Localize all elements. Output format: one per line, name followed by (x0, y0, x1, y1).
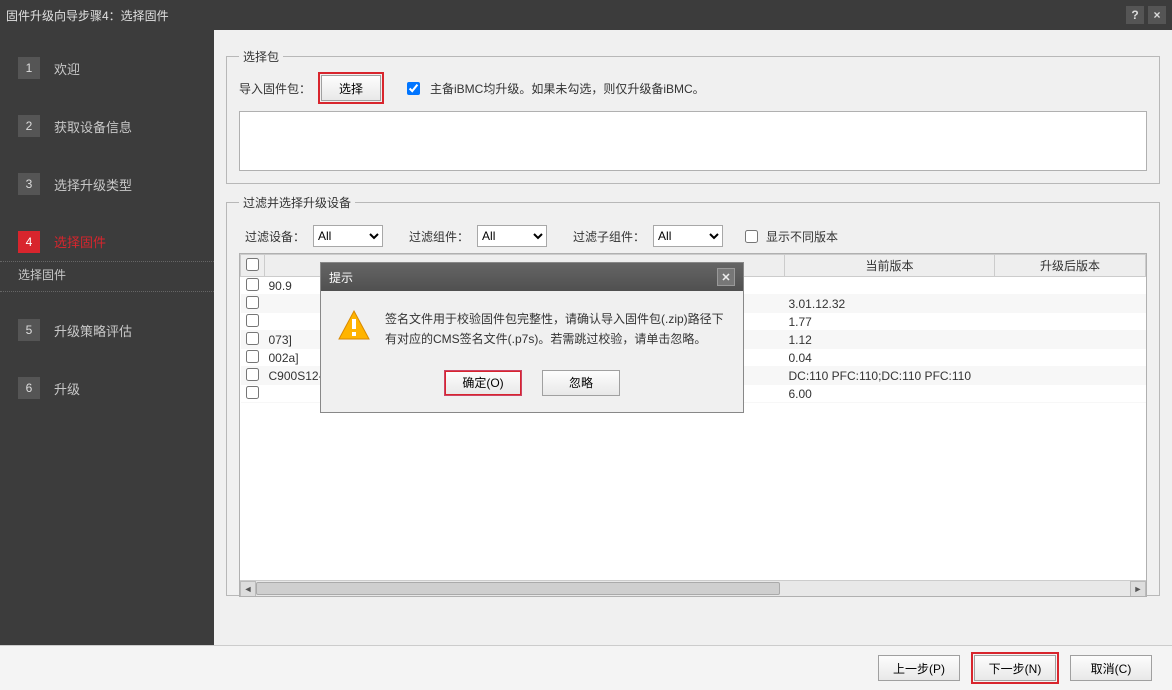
help-button[interactable]: ? (1126, 6, 1144, 24)
step-number: 4 (18, 231, 40, 253)
scroll-right-icon[interactable]: ► (1130, 581, 1146, 597)
cell-current-version: 6.00 (785, 385, 995, 403)
step-number: 3 (18, 173, 40, 195)
cancel-button[interactable]: 取消(C) (1070, 655, 1152, 681)
dialog-message: 签名文件用于校验固件包完整性，请确认导入固件包(.zip)路径下有对应的CMS签… (385, 309, 727, 350)
row-checkbox[interactable] (246, 278, 259, 291)
select-all-header[interactable] (241, 255, 265, 277)
wizard-footer: 上一步(P) 下一步(N) 取消(C) (0, 645, 1172, 690)
cell-after-version (995, 313, 1146, 331)
dialog-title: 提示 (329, 269, 717, 286)
step-upgrade[interactable]: 6 升级 (0, 368, 214, 408)
show-diff-versions-label: 显示不同版本 (766, 228, 838, 245)
select-package-legend: 选择包 (239, 48, 283, 65)
wizard-sidebar: 1 欢迎 2 获取设备信息 3 选择升级类型 4 选择固件 选择固件 5 升级策… (0, 30, 214, 645)
cell-current-version: DC:110 PFC:110;DC:110 PFC:110 (785, 367, 995, 385)
col-current-version: 当前版本 (785, 255, 995, 277)
cell-after-version (995, 295, 1146, 313)
prev-button[interactable]: 上一步(P) (878, 655, 960, 681)
step-number: 5 (18, 319, 40, 341)
filter-subcomponent-select[interactable]: All (653, 225, 723, 247)
step-label: 升级 (54, 379, 80, 398)
filter-component-select[interactable]: All (477, 225, 547, 247)
step-label: 升级策略评估 (54, 321, 132, 340)
cell-after-version (995, 331, 1146, 349)
dialog-ok-button[interactable]: 确定(O) (444, 370, 522, 396)
step-label: 欢迎 (54, 59, 80, 78)
step-welcome[interactable]: 1 欢迎 (0, 48, 214, 88)
step-select-firmware[interactable]: 4 选择固件 (0, 222, 214, 262)
row-checkbox[interactable] (246, 350, 259, 363)
step-number: 1 (18, 57, 40, 79)
file-path-box (239, 111, 1147, 171)
titlebar: 固件升级向导步骤4：选择固件 ? × (0, 0, 1172, 30)
dialog-ignore-button[interactable]: 忽略 (542, 370, 620, 396)
row-checkbox[interactable] (246, 314, 259, 327)
upgrade-both-ibmc-checkbox[interactable] (407, 82, 420, 95)
row-checkbox[interactable] (246, 332, 259, 345)
step-get-device-info[interactable]: 2 获取设备信息 (0, 106, 214, 146)
step-select-upgrade-type[interactable]: 3 选择升级类型 (0, 164, 214, 204)
step-label: 选择固件 (54, 232, 106, 251)
filter-subcomponent-label: 过滤子组件： (573, 228, 645, 245)
filter-component-label: 过滤组件： (409, 228, 469, 245)
choose-file-button[interactable]: 选择 (321, 75, 381, 101)
scroll-thumb[interactable] (256, 582, 780, 595)
horizontal-scrollbar[interactable]: ◄ ► (240, 580, 1146, 596)
filter-device-label: 过滤设备： (245, 228, 305, 245)
step-label: 选择升级类型 (54, 175, 132, 194)
show-diff-versions-checkbox[interactable] (745, 230, 758, 243)
cell-after-version (995, 385, 1146, 403)
upgrade-both-ibmc-label: 主备iBMC均升级。如果未勾选，则仅升级备iBMC。 (430, 80, 705, 97)
cell-current-version: 1.77 (785, 313, 995, 331)
row-checkbox[interactable] (246, 296, 259, 309)
step-number: 6 (18, 377, 40, 399)
step-upgrade-policy[interactable]: 5 升级策略评估 (0, 310, 214, 350)
step-number: 2 (18, 115, 40, 137)
window-title: 固件升级向导步骤4：选择固件 (6, 7, 1122, 24)
next-button[interactable]: 下一步(N) (974, 655, 1056, 681)
row-checkbox[interactable] (246, 368, 259, 381)
cell-current-version: 3.01.12.32 (785, 295, 995, 313)
cell-current-version: 1.12 (785, 331, 995, 349)
step-label: 获取设备信息 (54, 117, 132, 136)
import-label: 导入固件包： (239, 80, 311, 97)
warning-icon (337, 309, 371, 350)
dialog-close-icon[interactable]: ✕ (717, 268, 735, 286)
cell-after-version (995, 367, 1146, 385)
close-button[interactable]: × (1148, 6, 1166, 24)
prompt-dialog: 提示 ✕ 签名文件用于校验固件包完整性，请确认导入固件包(.zip)路径下有对应… (320, 262, 744, 413)
cell-current-version (785, 277, 995, 295)
cell-current-version: 0.04 (785, 349, 995, 367)
select-package-group: 选择包 导入固件包： 选择 主备iBMC均升级。如果未勾选，则仅升级备iBMC。 (226, 48, 1160, 184)
select-all-checkbox[interactable] (246, 258, 259, 271)
filter-devices-legend: 过滤并选择升级设备 (239, 194, 355, 211)
cell-after-version (995, 349, 1146, 367)
row-checkbox[interactable] (246, 386, 259, 399)
scroll-left-icon[interactable]: ◄ (240, 581, 256, 597)
col-after-version: 升级后版本 (995, 255, 1146, 277)
filter-device-select[interactable]: All (313, 225, 383, 247)
cell-after-version (995, 277, 1146, 295)
substep-select-firmware: 选择固件 (0, 266, 214, 292)
dialog-header[interactable]: 提示 ✕ (321, 263, 743, 291)
